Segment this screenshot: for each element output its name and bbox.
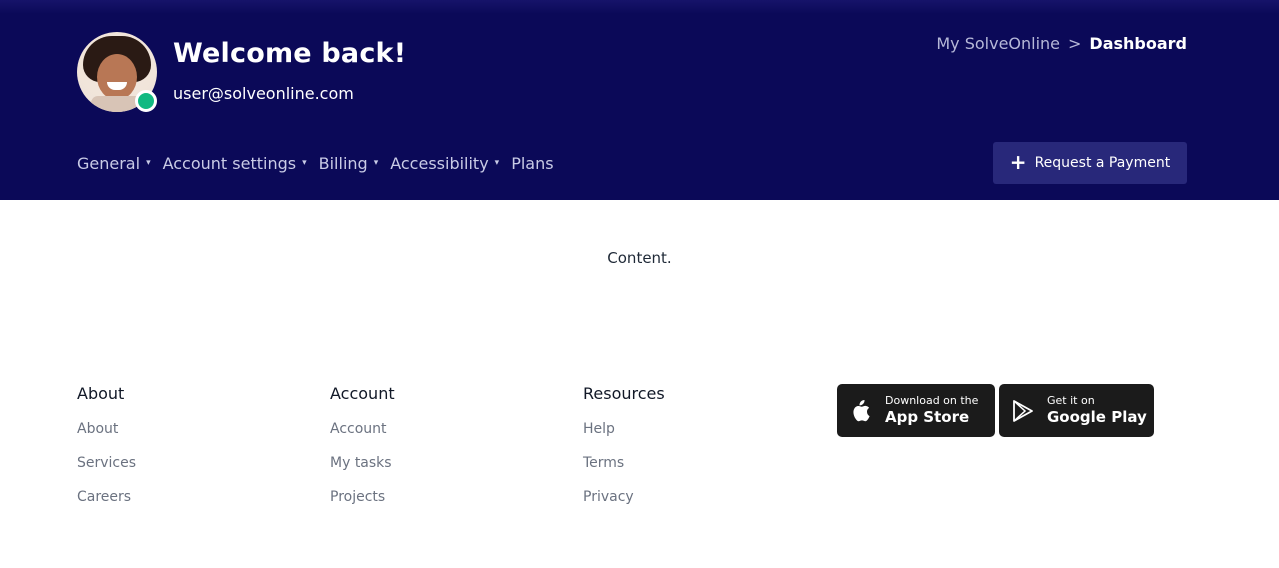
plus-icon: + (1009, 150, 1027, 174)
nav-accessibility[interactable]: Accessibility ▾ (390, 152, 499, 174)
chevron-down-icon: ▾ (494, 158, 500, 168)
nav-billing[interactable]: Billing ▾ (319, 152, 379, 174)
play-store-icon (1013, 399, 1033, 423)
footer-link-services[interactable]: Services (77, 455, 136, 472)
breadcrumb-current: Dashboard (1089, 34, 1187, 53)
footer-column-resources: Resources Help Terms Privacy (583, 384, 665, 523)
chevron-down-icon: ▾ (146, 158, 151, 168)
chevron-down-icon: ▾ (302, 158, 307, 168)
footer-heading: Resources (583, 384, 665, 403)
footer-column-about: About About Services Careers (77, 384, 136, 523)
main-content: Content. (607, 249, 672, 267)
app-store-label: App Store (885, 408, 970, 426)
app-store-button[interactable]: Download on the App Store (837, 384, 995, 437)
footer-column-account: Account Account My tasks Projects (330, 384, 395, 523)
breadcrumb-parent-link[interactable]: My SolveOnline (936, 34, 1060, 53)
apple-icon (851, 399, 871, 423)
nav-general[interactable]: General ▾ (77, 152, 151, 174)
google-play-button[interactable]: Get it on Google Play (999, 384, 1154, 437)
google-play-small-label: Get it on (1047, 394, 1095, 407)
footer-heading: About (77, 384, 125, 403)
dashboard-header: Welcome back! user@solveonline.com My So… (0, 0, 1279, 200)
breadcrumb: My SolveOnline > Dashboard (936, 34, 1187, 53)
nav-account-settings[interactable]: Account settings ▾ (163, 152, 307, 174)
app-store-small-label: Download on the (885, 394, 979, 407)
footer-heading: Account (330, 384, 395, 403)
request-payment-button[interactable]: + Request a Payment (993, 142, 1187, 184)
google-play-label: Google Play (1047, 408, 1147, 426)
welcome-title: Welcome back! (173, 38, 407, 69)
footer-link-account[interactable]: Account (330, 421, 395, 438)
footer-link-help[interactable]: Help (583, 421, 665, 438)
footer-link-about[interactable]: About (77, 421, 136, 438)
footer-link-privacy[interactable]: Privacy (583, 489, 665, 506)
breadcrumb-separator-icon: > (1068, 34, 1082, 53)
user-email: user@solveonline.com (173, 84, 354, 103)
main-nav: General ▾ Account settings ▾ Billing ▾ Acce… (77, 152, 566, 174)
online-status-icon (135, 90, 157, 112)
footer-link-projects[interactable]: Projects (330, 489, 395, 506)
footer-link-terms[interactable]: Terms (583, 455, 665, 472)
footer-link-my-tasks[interactable]: My tasks (330, 455, 395, 472)
chevron-down-icon: ▾ (373, 158, 379, 168)
nav-plans[interactable]: Plans (511, 152, 553, 174)
footer-link-careers[interactable]: Careers (77, 489, 136, 506)
avatar[interactable] (77, 32, 157, 112)
